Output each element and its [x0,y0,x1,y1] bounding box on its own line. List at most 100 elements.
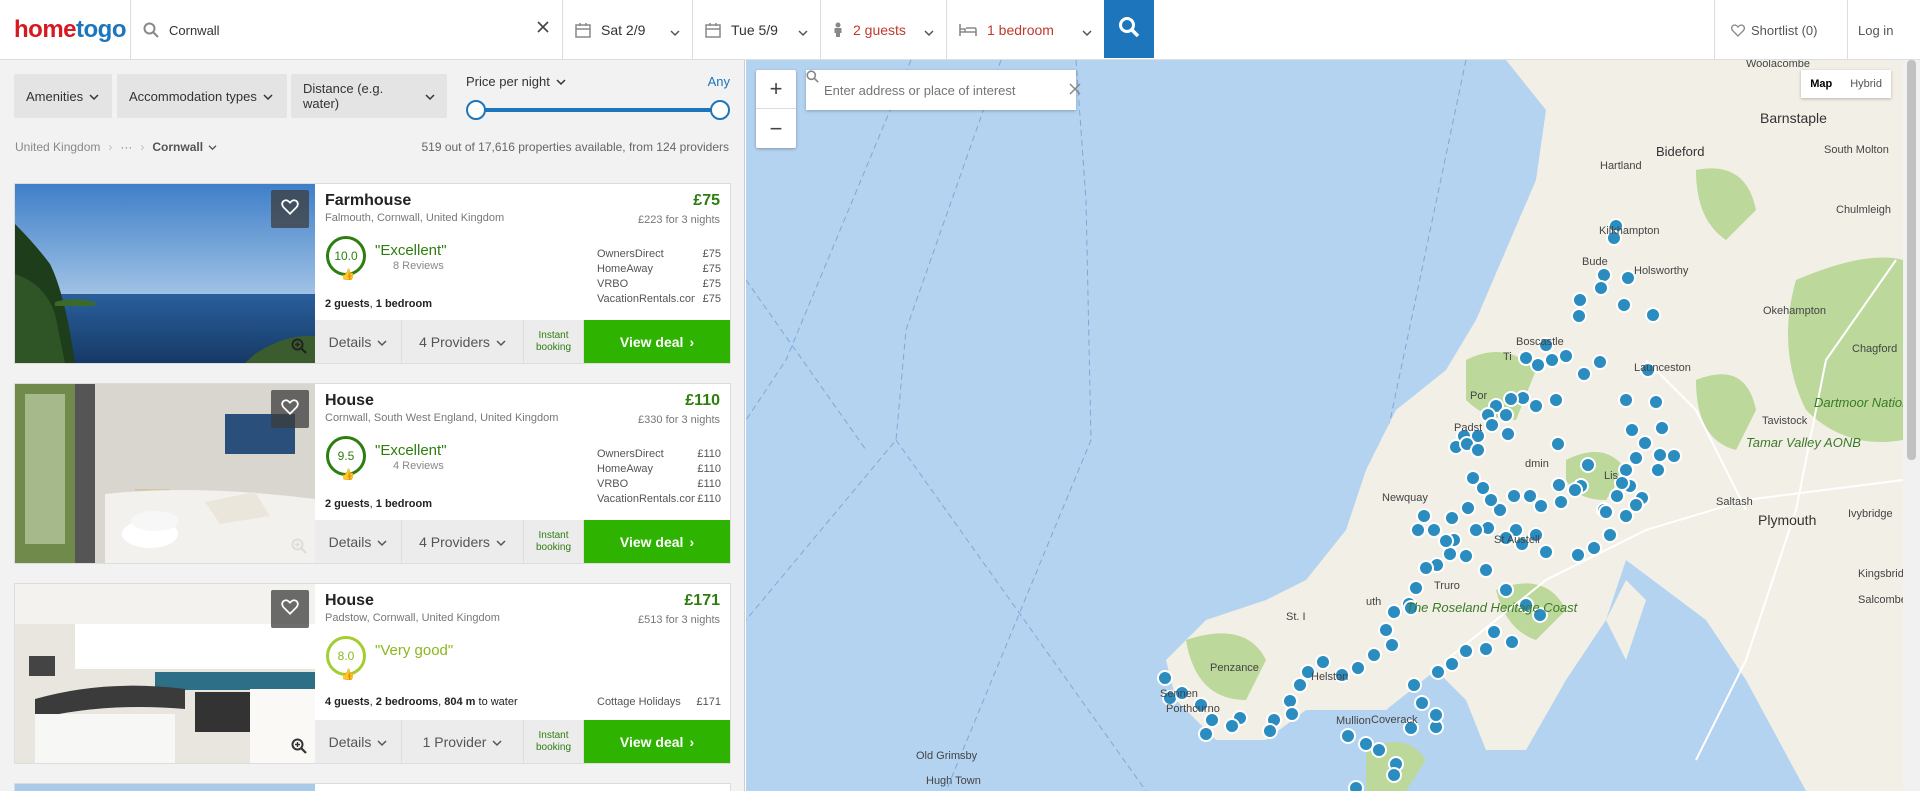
property-pin[interactable] [1586,540,1602,556]
price-slider-track[interactable] [476,108,720,112]
property-pin[interactable] [1465,470,1481,486]
review-count[interactable]: 8 Reviews [393,260,444,272]
listing-title[interactable]: House [325,592,374,610]
property-pin[interactable] [1198,726,1214,742]
zoom-in-button[interactable]: + [756,70,796,109]
property-pin[interactable] [1350,660,1366,676]
property-pin[interactable] [1340,728,1356,744]
property-pin[interactable] [1652,447,1668,463]
property-pin[interactable] [1478,562,1494,578]
provider-row[interactable]: HomeAway £75 [597,263,721,278]
providers-button[interactable]: 4 Providers [402,520,524,563]
listing-photo[interactable] [15,784,315,791]
property-pin[interactable] [1204,712,1220,728]
view-deal-button[interactable]: View deal › [584,320,730,363]
search-button[interactable] [1104,0,1154,58]
property-pin[interactable] [1518,350,1534,366]
property-pin[interactable] [1580,457,1596,473]
property-pin[interactable] [1284,706,1300,722]
property-pin[interactable] [1386,767,1402,783]
property-pin[interactable] [1348,780,1364,791]
property-pin[interactable] [1378,622,1394,638]
zoom-photo-icon[interactable] [291,738,307,759]
accommodation-filter[interactable]: Accommodation types [117,74,287,118]
property-pin[interactable] [1544,352,1560,368]
map-type-map[interactable]: Map [1801,70,1841,98]
property-pin[interactable] [1500,426,1516,442]
review-count[interactable]: 4 Reviews [393,460,444,472]
property-pin[interactable] [1292,677,1308,693]
property-pin[interactable] [1650,462,1666,478]
listing-photo[interactable] [15,584,315,763]
provider-row[interactable]: OwnersDirect £75 [597,248,721,263]
shortlist-button[interactable]: Shortlist (0) [1714,0,1847,60]
price-dropdown[interactable]: Price per night [466,74,730,89]
view-deal-button[interactable]: View deal › [584,720,730,763]
property-pin[interactable] [1406,677,1422,693]
details-button[interactable]: Details [315,520,402,563]
providers-button[interactable]: 4 Providers [402,320,524,363]
property-pin[interactable] [1593,280,1609,296]
property-pin[interactable] [1498,582,1514,598]
provider-row[interactable]: VRBO £110 [597,478,721,493]
property-pin[interactable] [1624,422,1640,438]
bedrooms-select[interactable]: 1 bedroom [946,0,1104,60]
property-pin[interactable] [1602,527,1618,543]
details-button[interactable]: Details [315,720,402,763]
shortlist-heart-button[interactable] [271,590,309,628]
property-pin[interactable] [1460,500,1476,516]
destination-input[interactable] [169,22,529,38]
property-pin[interactable] [1576,366,1592,382]
login-link[interactable]: Log in [1847,0,1904,60]
zoom-photo-icon[interactable] [291,338,307,359]
breadcrumb-ellipsis[interactable]: ··· [120,140,132,154]
view-deal-button[interactable]: View deal › [584,520,730,563]
listing-photo[interactable] [15,384,315,563]
property-pin[interactable] [1506,488,1522,504]
checkin-date[interactable]: Sat 2/9 [562,0,692,60]
property-pin[interactable] [1551,477,1567,493]
breadcrumb-country[interactable]: United Kingdom [15,140,100,154]
property-pin[interactable] [1609,488,1625,504]
property-pin[interactable] [1618,392,1634,408]
property-pin[interactable] [1553,494,1569,510]
provider-row[interactable]: VacationRentals.com £110 [597,493,721,508]
property-pin[interactable] [1550,436,1566,452]
property-pin[interactable] [1478,641,1494,657]
listing-title[interactable]: Farmhouse [325,192,411,210]
property-pin[interactable] [1484,417,1500,433]
property-pin[interactable] [1458,643,1474,659]
property-pin[interactable] [1157,670,1173,686]
shortlist-heart-button[interactable] [271,390,309,428]
price-slider-max-handle[interactable] [710,100,730,120]
property-pin[interactable] [1654,420,1670,436]
property-pin[interactable] [1645,307,1661,323]
property-pin[interactable] [1666,448,1682,464]
property-pin[interactable] [1444,656,1460,672]
property-pin[interactable] [1504,634,1520,650]
property-pin[interactable] [1470,442,1486,458]
property-pin[interactable] [1358,736,1374,752]
property-pin[interactable] [1618,508,1634,524]
property-pin[interactable] [1408,580,1424,596]
property-pin[interactable] [1538,544,1554,560]
property-pin[interactable] [1616,297,1632,313]
destination-search[interactable] [130,0,562,60]
property-pin[interactable] [1384,637,1400,653]
provider-row[interactable]: HomeAway £110 [597,463,721,478]
providers-button[interactable]: 1 Provider [402,720,524,763]
provider-row[interactable]: VRBO £75 [597,278,721,293]
scrollbar-thumb[interactable] [1907,60,1916,460]
property-pin[interactable] [1468,522,1484,538]
property-pin[interactable] [1371,742,1387,758]
property-pin[interactable] [1282,693,1298,709]
map-address-search[interactable] [806,70,1081,110]
listing-card[interactable]: House Cornwall, South West England, Unit… [14,383,731,564]
property-pin[interactable] [1410,522,1426,538]
map-address-input[interactable] [824,82,1039,98]
provider-row[interactable]: VacationRentals.com £75 [597,293,721,308]
property-pin[interactable] [1548,392,1564,408]
property-pin[interactable] [1592,354,1608,370]
clear-icon[interactable] [536,20,550,37]
property-pin[interactable] [1503,391,1519,407]
